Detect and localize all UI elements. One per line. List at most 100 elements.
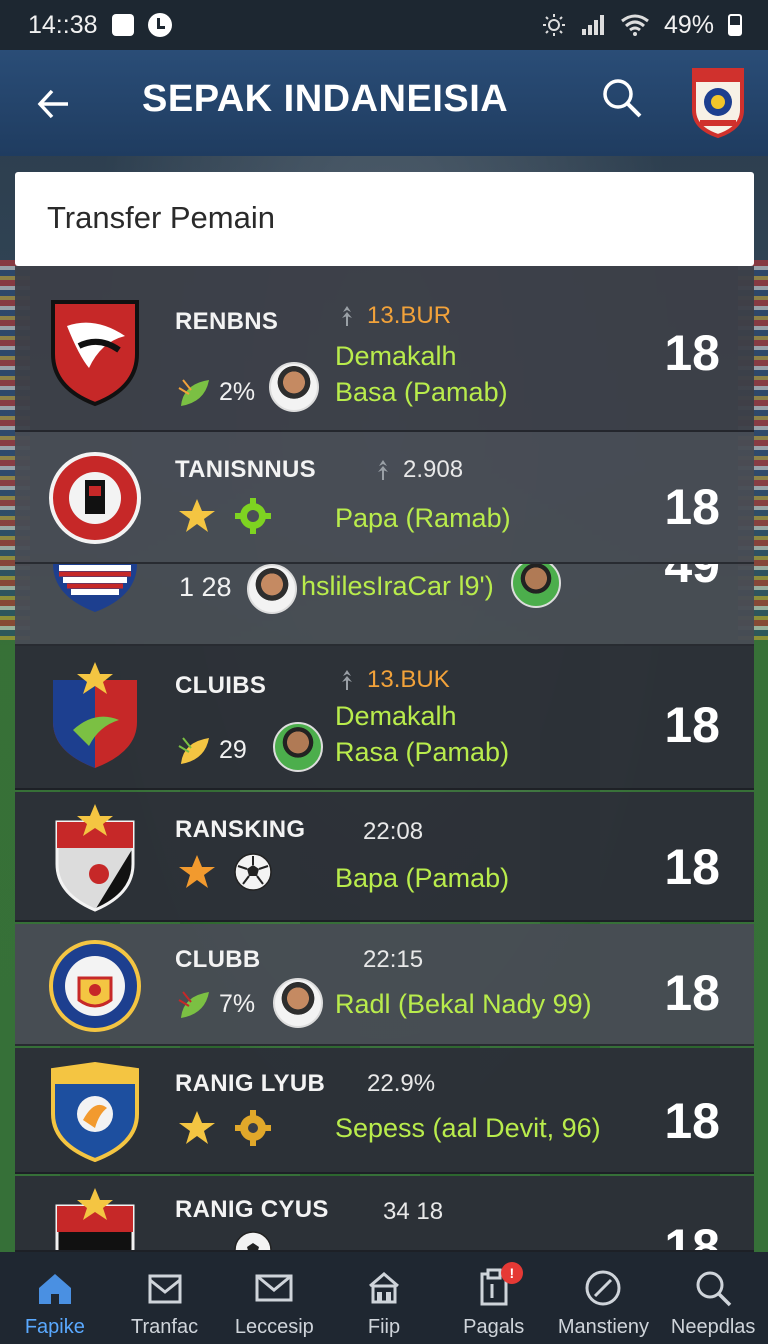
inbox-icon [148,1274,182,1304]
transfer-row[interactable]: RENBNS 13.BUR 2% Demakalh Basa (Pamab) 1… [15,266,754,432]
percent-value: 29 [219,735,247,764]
nav-item-messages[interactable]: Leccesip [219,1252,329,1344]
back-button[interactable] [30,80,78,128]
app-title: SEPAK INDANEISIA [142,78,509,120]
club-name: CLUBB [175,946,261,973]
football-icon [234,1231,272,1250]
fee-value: 13.BUK [367,666,450,693]
detail-line-1: Radl (Bekal Nady 99) [335,989,592,1019]
player-detail: Radl (Bekal Nady 99) [335,986,592,1022]
club-crest-icon [53,564,137,612]
club-crest-icon [49,452,141,544]
nav-item-pages[interactable]: ! Pagals [439,1252,549,1344]
player-rating: 18 [664,965,720,1021]
transfer-row[interactable]: CLUBB 22:15 7% Radl (Bekal Nady 99) 18 [15,924,754,1046]
club-name: RANIG CYUS [175,1196,329,1223]
detail-line-1: Demakalh [335,701,457,731]
nav-item-clubs[interactable]: Fiip [329,1252,439,1344]
player-rating: 18 [664,1093,720,1149]
star-icon [179,855,215,888]
club-crest-icon [53,662,137,768]
fee-value: 22:08 [363,818,424,845]
player-avatar [273,722,323,772]
transfer-row[interactable]: RANIG LYUB 22.9% Sepess (aal Devit, 96) … [15,1048,754,1174]
signal-icon [581,15,604,35]
leaf-icon [178,991,209,1018]
transfer-row[interactable]: 1 28 hslilesIraCar l9') 49 [15,564,754,646]
player-detail: Sepess (aal Devit, 96) [335,1110,601,1146]
tag-icon [342,670,352,690]
transfer-fee: 22.9% [367,1070,435,1098]
player-rating: 18 [664,839,720,895]
search-button[interactable] [600,76,652,128]
fee-value: 13.BUR [367,302,452,329]
transfer-section-header: Transfer Pemain [15,172,754,266]
leaf-icon [178,379,209,406]
nav-label: Fapike [24,1316,85,1338]
wifi-icon [621,14,649,36]
notification-badge: ! [500,1262,523,1284]
search-icon [696,1271,732,1307]
club-crest-icon [51,300,139,407]
player-detail: Demakalh Basa (Pamab) [335,338,508,410]
player-detail: hslilesIraCar l9') [301,568,494,604]
tag-icon [342,306,352,326]
club-name: RANIG LYUB [175,1070,326,1097]
detail-line-1: Demakalh [335,341,457,371]
arrow-left-icon [37,89,68,119]
nav-label: Neepdlas [670,1316,756,1338]
player-avatar [269,362,319,412]
status-bar: 14::38 49% [0,0,768,50]
transfer-row[interactable]: TANISNNUS 2.908 Papa (Ramab) 18 [15,432,754,564]
app-bar: SEPAK INDANEISIA [0,50,768,156]
detail-line-2: Basa (Pamab) [335,377,508,407]
notification-app-icon [111,14,134,36]
fee-value: 34 18 [383,1198,444,1225]
transfer-row[interactable]: RANSKING 22:08 Bapa (Pamab) 18 [15,792,754,922]
football-icon [234,853,272,891]
detail-line-1: hslilesIraCar l9') [301,571,494,601]
transfer-fee: 22:08 [363,818,423,846]
transfer-fee: 13.BUK [335,666,450,694]
nav-item-transfer[interactable]: Tranfac [110,1252,220,1344]
mail-icon [255,1274,293,1302]
percent-value: 7% [219,989,256,1018]
transfer-row[interactable]: RANIG CYUS 34 18 18 [15,1176,754,1252]
nav-item-search[interactable]: Neepdlas [658,1252,768,1344]
nav-label: Manstieny [557,1316,650,1338]
home-icon [38,1274,71,1304]
player-detail: Papa (Ramab) [335,500,511,536]
club-crest-icon [51,1062,139,1162]
nav-label: Fiip [367,1316,401,1338]
gear-icon [235,498,271,534]
detail-line-1: Bapa (Pamab) [335,863,510,893]
transfer-fee: 2.908 [371,456,463,484]
detail-line-1: Sepess (aal Devit, 96) [335,1113,601,1143]
transfer-row[interactable]: CLUIBS 13.BUK 29 Demakalh Rasa (Pamab) 1… [15,646,754,790]
nav-item-home[interactable]: Fapike [0,1252,110,1344]
player-avatar [511,564,561,608]
nav-label: Leccesip [234,1316,314,1338]
player-detail: Demakalh Rasa (Pamab) [335,698,509,770]
fee-value: 22.9% [367,1070,436,1097]
compass-icon [585,1270,621,1306]
form-percent: 2% [177,374,255,410]
fee-value: 2.908 [403,456,464,483]
building-icon [369,1272,399,1304]
section-title: Transfer Pemain [47,200,275,235]
row-value: 1 28 [179,572,232,602]
tag-icon [378,460,388,480]
brightness-icon [542,14,565,36]
status-time: 14::38 [28,10,98,39]
leaf-icon [178,737,209,764]
club-name: RENBNS [175,308,279,335]
player-rating: 18 [664,479,720,535]
transfer-fee: 13.BUR [335,302,451,330]
battery-percent: 49% [663,10,714,39]
percent-value: 2% [219,377,256,406]
federation-logo[interactable] [690,66,746,139]
form-percent: 7% [177,986,255,1022]
nav-item-explore[interactable]: Manstieny [549,1252,659,1344]
form-percent: 29 [177,732,247,768]
club-crest-icon [55,804,135,912]
